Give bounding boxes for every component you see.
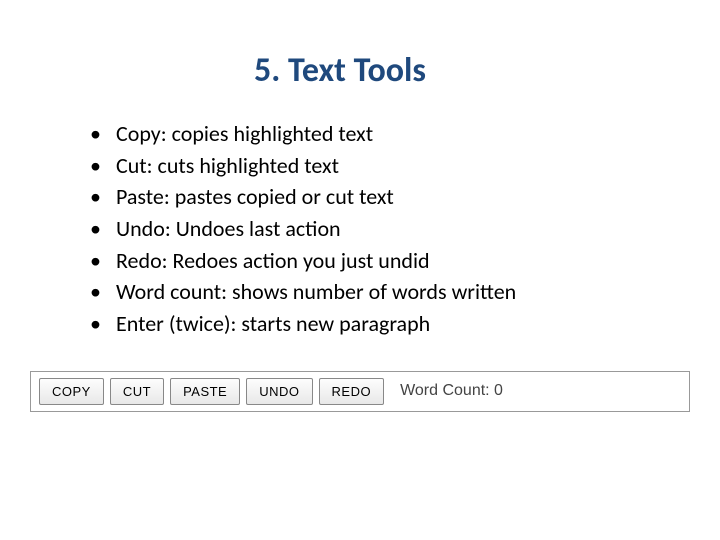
- slide-title: 5. Text Tools: [60, 50, 660, 91]
- undo-button[interactable]: UNDO: [246, 378, 312, 405]
- list-item: Copy: copies highlighted text: [90, 119, 660, 149]
- list-item: Undo: Undoes last action: [90, 214, 660, 244]
- copy-button[interactable]: COPY: [39, 378, 104, 405]
- paste-button[interactable]: PASTE: [170, 378, 240, 405]
- toolbar: COPY CUT PASTE UNDO REDO Word Count: 0: [30, 371, 690, 412]
- list-item: Enter (twice): starts new paragraph: [90, 309, 660, 339]
- list-item: Cut: cuts highlighted text: [90, 151, 660, 181]
- bullet-list: Copy: copies highlighted text Cut: cuts …: [60, 119, 660, 339]
- list-item: Paste: pastes copied or cut text: [90, 182, 660, 212]
- slide: 5. Text Tools Copy: copies highlighted t…: [0, 0, 720, 452]
- list-item: Redo: Redoes action you just undid: [90, 246, 660, 276]
- redo-button[interactable]: REDO: [319, 378, 385, 405]
- list-item: Word count: shows number of words writte…: [90, 277, 660, 307]
- word-count-label: Word Count: 0: [400, 382, 503, 400]
- cut-button[interactable]: CUT: [110, 378, 164, 405]
